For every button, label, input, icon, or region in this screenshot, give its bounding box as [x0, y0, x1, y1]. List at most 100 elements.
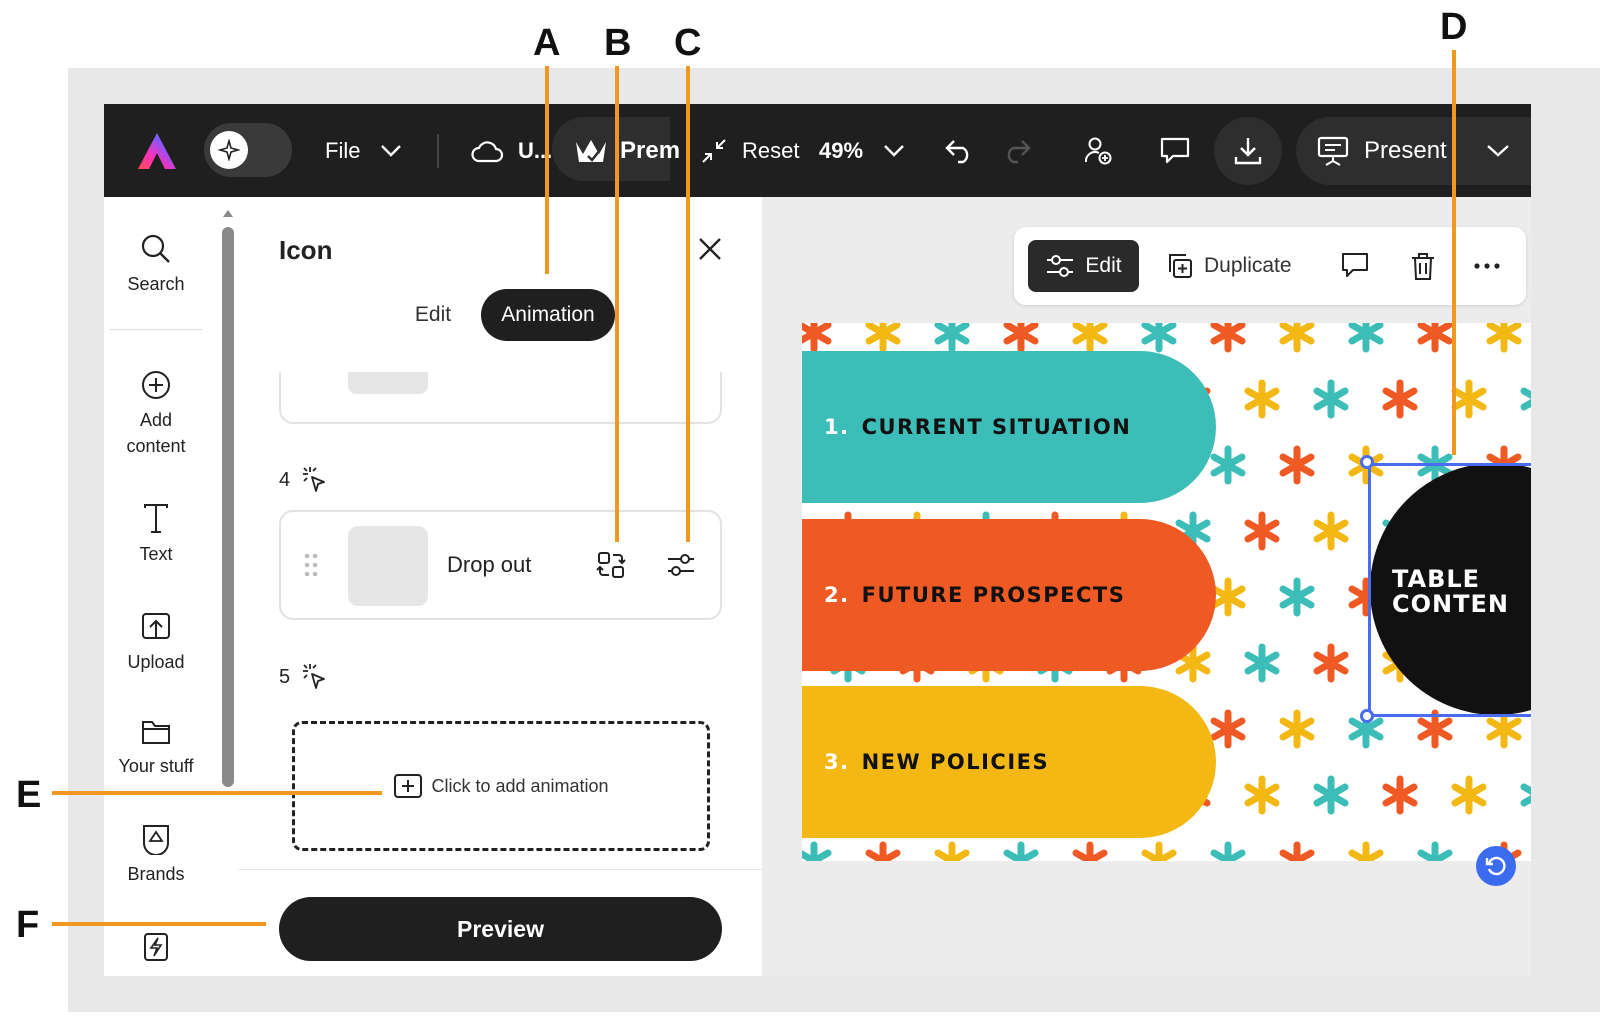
close-icon[interactable] [696, 235, 724, 263]
callout-label-f: F [16, 904, 40, 946]
slide[interactable]: 1. CURRENT SITUATION 2. FUTURE PROSPECTS… [802, 323, 1531, 861]
asterisk-shape [802, 323, 828, 349]
asterisk-shape [1214, 713, 1242, 745]
present-label: Present [1364, 136, 1447, 164]
canvas-area[interactable]: Edit Duplicate 1. CURRENT SITUATION 2. F… [762, 197, 1531, 976]
callout-line-e [52, 791, 382, 795]
callout-label-b: B [604, 22, 632, 64]
rail-item-text[interactable]: Text [104, 503, 208, 567]
resize-handle[interactable] [1360, 709, 1374, 723]
zoom-select[interactable]: 49% [819, 104, 905, 197]
rail-scroll-thumb[interactable] [222, 227, 234, 787]
scroll-up-arrow-icon[interactable] [222, 207, 234, 219]
rail-label: Add content [126, 410, 186, 456]
rotate-icon [1485, 856, 1506, 876]
asterisk-shape [1421, 713, 1449, 745]
left-rail: Search Add content Text Upload Your stuf… [104, 197, 238, 976]
asterisk-shape [1076, 323, 1104, 349]
agenda-label: CURRENT SITUATION [861, 415, 1132, 439]
undo-button[interactable] [944, 104, 974, 197]
callout-label-a: A [533, 22, 561, 64]
plus-circle-icon [104, 369, 208, 401]
asterisk-shape [1421, 845, 1449, 861]
callout-line-c [686, 66, 690, 542]
file-menu[interactable]: File [325, 104, 402, 197]
agenda-label: NEW POLICIES [861, 750, 1050, 774]
comment-button[interactable] [1159, 104, 1191, 197]
asterisk-shape [1490, 323, 1518, 349]
asterisk-shape [1317, 779, 1345, 811]
callout-line-d [1452, 50, 1456, 455]
comment-icon [1160, 137, 1190, 163]
animation-card-drop-out[interactable]: Drop out [279, 510, 722, 620]
collapse-arrows-icon [702, 138, 726, 163]
trash-icon[interactable] [1408, 251, 1438, 281]
animation-name: Drop out [447, 552, 532, 577]
rail-item-your-stuff[interactable]: Your stuff [104, 717, 208, 779]
present-options-button[interactable] [1486, 104, 1510, 197]
duplicate-icon [1169, 254, 1192, 278]
upload-icon [104, 611, 208, 643]
agenda-item-3[interactable]: 3. NEW POLICIES [802, 686, 1216, 838]
asterisk-shape [938, 323, 966, 349]
rail-item-add-content[interactable]: Add content [104, 369, 208, 459]
invite-button[interactable] [1084, 104, 1112, 197]
premium-label: Prem [620, 136, 681, 164]
tab-edit[interactable]: Edit [388, 289, 478, 341]
asterisk-shape [1248, 515, 1276, 547]
ai-toggle[interactable] [204, 123, 292, 177]
agenda-label: FUTURE PROSPECTS [861, 583, 1126, 607]
agenda-number: 2. [824, 583, 850, 607]
asterisk-shape [1352, 323, 1380, 349]
rotate-button[interactable] [1476, 846, 1516, 886]
asterisk-shape [1214, 581, 1242, 613]
cloud-icon [471, 140, 504, 162]
asterisk-shape [1248, 779, 1276, 811]
asterisk-shape [869, 323, 897, 349]
rail-item-upload[interactable]: Upload [104, 611, 208, 675]
asterisk-shape [802, 845, 828, 861]
callout-label-e: E [16, 774, 42, 816]
duplicate-button[interactable]: Duplicate [1166, 240, 1292, 292]
premium-button[interactable]: Prem [574, 104, 680, 197]
asterisk-shape [1248, 647, 1276, 679]
redo-button[interactable] [1002, 104, 1032, 197]
asterisk-shape [1421, 323, 1449, 349]
rail-item-brands[interactable]: Brands [104, 823, 208, 887]
rail-item-search[interactable]: Search [104, 233, 208, 297]
adobe-express-logo[interactable] [136, 104, 178, 197]
asterisk-shape [1386, 383, 1414, 415]
tab-animation[interactable]: Animation [481, 289, 615, 341]
adjust-settings-icon[interactable] [666, 550, 696, 580]
chevron-down-icon [1487, 144, 1509, 157]
preview-button[interactable]: Preview [279, 897, 722, 961]
cloud-save-button[interactable]: U... [470, 104, 552, 197]
edit-button[interactable]: Edit [1028, 240, 1139, 292]
reset-label: Reset [742, 137, 800, 163]
rail-divider [110, 329, 202, 330]
agenda-item-2[interactable]: 2. FUTURE PROSPECTS [802, 519, 1216, 671]
resize-handle[interactable] [1360, 455, 1374, 469]
present-button[interactable]: Present [1316, 104, 1447, 197]
selection-box[interactable] [1368, 463, 1531, 717]
chevron-down-icon [884, 144, 904, 157]
file-label: File [325, 137, 361, 163]
animation-card-prev[interactable] [279, 372, 722, 424]
agenda-number: 1. [824, 415, 850, 439]
download-icon [1233, 104, 1263, 197]
rail-item-bolt[interactable] [104, 931, 208, 969]
more-options-icon[interactable] [1472, 251, 1502, 281]
asterisk-shape [1455, 779, 1483, 811]
reset-button[interactable]: Reset [700, 104, 799, 197]
callout-label-c: C [674, 22, 702, 64]
rail-label: Upload [127, 652, 185, 672]
add-animation-dropzone[interactable]: Click to add animation [292, 721, 710, 851]
asterisk-shape [1524, 779, 1531, 811]
comment-icon[interactable] [1340, 251, 1370, 281]
asterisk-shape [1283, 323, 1311, 349]
duplicate-label: Duplicate [1204, 254, 1292, 277]
add-person-icon [1084, 137, 1112, 164]
drag-handle-icon[interactable] [303, 552, 319, 578]
replace-animation-icon[interactable] [596, 550, 626, 580]
agenda-item-1[interactable]: 1. CURRENT SITUATION [802, 351, 1216, 503]
